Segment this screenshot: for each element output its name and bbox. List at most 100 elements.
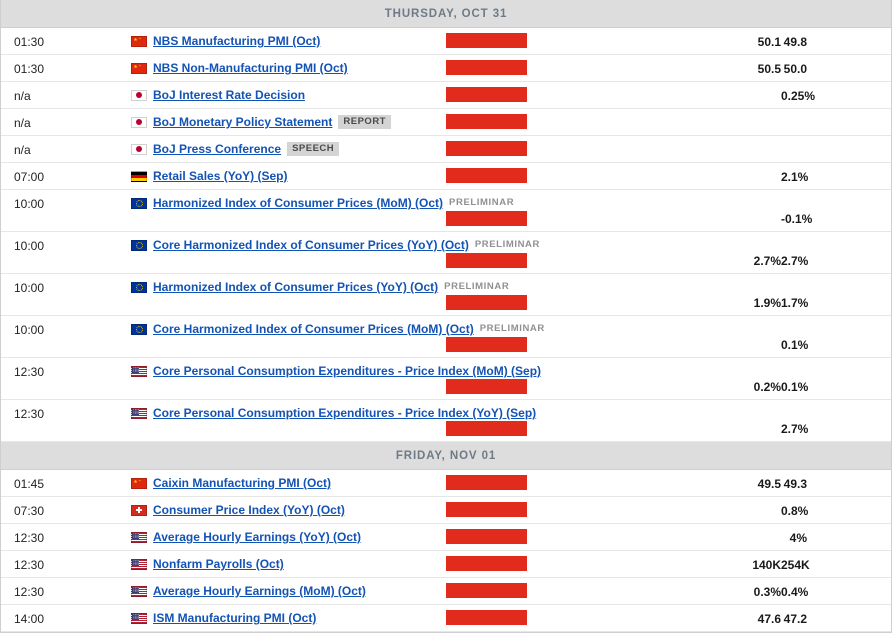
event-row[interactable]: n/aBoJ Press ConferenceSPEECH [1,136,891,163]
event-name-link[interactable]: Average Hourly Earnings (YoY) (Oct) [153,530,361,544]
economic-calendar: THURSDAY, OCT 3101:30NBS Manufacturing P… [0,0,892,633]
event-line: Average Hourly Earnings (MoM) (Oct) [131,584,673,598]
event-row[interactable]: 12:30 Core Personal Consumption Expenditu… [1,400,891,442]
event-name-link[interactable]: ISM Manufacturing PMI (Oct) [153,611,316,625]
event-name-link[interactable]: Harmonized Index of Consumer Prices (YoY… [153,280,438,294]
event-type-badge: SPEECH [287,142,339,156]
event-name-link[interactable]: Harmonized Index of Consumer Prices (MoM… [153,196,443,210]
event-line: BoJ Press Conference SPEECH [131,142,673,156]
event-line: Core Harmonized Index of Consumer Prices… [131,238,673,252]
country-flag-icon [131,36,147,47]
event-row[interactable]: 01:30NBS Manufacturing PMI (Oct)50.149.8 [1,28,891,55]
event-consensus [673,109,781,116]
event-line: NBS Manufacturing PMI (Oct) [131,34,673,48]
event-time: 10:00 [1,190,131,211]
event-cell: Retail Sales (YoY) (Sep) [131,163,673,187]
event-line: Average Hourly Earnings (YoY) (Oct) [131,530,673,544]
event-line: Consumer Price Index (YoY) (Oct) [131,503,673,517]
event-line: Core Harmonized Index of Consumer Prices… [131,322,673,336]
volatility-bar-high [446,379,527,394]
event-consensus: 2.7% [673,232,781,268]
event-line: BoJ Interest Rate Decision [131,88,673,102]
volatility-indicator [446,337,527,352]
event-row[interactable]: 10:00Core Harmonized Index of Consumer P… [1,316,891,358]
event-name-link[interactable]: Average Hourly Earnings (MoM) (Oct) [153,584,366,598]
event-previous: 1.7% [781,274,891,310]
event-line: NBS Non-Manufacturing PMI (Oct) [131,61,673,75]
event-row[interactable]: 10:00 Harmonized Index of Consumer Prices… [1,190,891,232]
event-time: 12:30 [1,524,131,545]
event-time: 12:30 [1,400,131,421]
event-cell: Core Personal Consumption Expenditures -… [131,358,673,382]
event-cell: Harmonized Index of Consumer Prices (MoM… [131,190,673,214]
country-flag-icon [131,63,147,74]
event-name-link[interactable]: Core Personal Consumption Expenditures -… [153,406,536,420]
volatility-indicator [446,502,527,517]
volatility-indicator [446,33,527,48]
event-consensus [673,136,781,143]
event-row[interactable]: 12:30 Average Hourly Earnings (YoY) (Oct)… [1,524,891,551]
event-consensus [673,82,781,89]
event-cell: BoJ Interest Rate Decision [131,82,673,106]
event-row[interactable]: 14:00ISM Manufacturing PMI (Oct)47.647.2 [1,605,891,632]
event-name-link[interactable]: NBS Manufacturing PMI (Oct) [153,34,320,48]
country-flag-icon [131,282,147,293]
event-type-badge: REPORT [338,115,391,129]
event-name-link[interactable]: Retail Sales (YoY) (Sep) [153,169,287,183]
event-cell: Core Harmonized Index of Consumer Prices… [131,232,673,256]
event-name-link[interactable]: NBS Non-Manufacturing PMI (Oct) [153,61,348,75]
event-previous: 49.8 [781,28,891,49]
country-flag-icon [131,144,147,155]
event-row[interactable]: 07:00Retail Sales (YoY) (Sep)2.1% [1,163,891,190]
event-previous: 0.1% [781,358,891,394]
country-flag-icon [131,613,147,624]
volatility-indicator [446,610,527,625]
event-name-link[interactable]: BoJ Press Conference [153,142,281,156]
volatility-indicator [446,529,527,544]
volatility-bar-high [446,295,527,310]
event-name-link[interactable]: Nonfarm Payrolls (Oct) [153,557,284,571]
event-row[interactable]: 07:30Consumer Price Index (YoY) (Oct)0.8… [1,497,891,524]
event-line: Core Personal Consumption Expenditures -… [131,364,673,378]
event-cell: Core Personal Consumption Expenditures -… [131,400,673,424]
event-name-link[interactable]: Core Personal Consumption Expenditures -… [153,364,541,378]
event-row[interactable]: 12:30Average Hourly Earnings (MoM) (Oct)… [1,578,891,605]
event-row[interactable]: n/aBoJ Monetary Policy StatementREPORT [1,109,891,136]
country-flag-icon [131,586,147,597]
event-name-link[interactable]: Consumer Price Index (YoY) (Oct) [153,503,345,517]
day-header: THURSDAY, OCT 31 [1,0,891,28]
event-name-link[interactable]: Core Harmonized Index of Consumer Prices… [153,238,469,252]
event-row[interactable]: 10:00Core Harmonized Index of Consumer P… [1,232,891,274]
event-cell: Average Hourly Earnings (MoM) (Oct) [131,578,673,602]
event-row[interactable]: 01:45Caixin Manufacturing PMI (Oct)49.54… [1,470,891,497]
event-name-link[interactable]: BoJ Interest Rate Decision [153,88,305,102]
event-cell: Core Harmonized Index of Consumer Prices… [131,316,673,340]
event-row[interactable]: 12:30Nonfarm Payrolls (Oct)140K254K [1,551,891,578]
event-row[interactable]: 10:00Harmonized Index of Consumer Prices… [1,274,891,316]
volatility-indicator [446,211,527,226]
country-flag-icon [131,90,147,101]
event-time: 07:00 [1,163,131,184]
event-cell: Caixin Manufacturing PMI (Oct) [131,470,673,494]
event-line: Harmonized Index of Consumer Prices (MoM… [131,196,673,210]
volatility-indicator [446,556,527,571]
event-row[interactable]: 01:30NBS Non-Manufacturing PMI (Oct)50.5… [1,55,891,82]
volatility-indicator [446,583,527,598]
event-name-link[interactable]: Core Harmonized Index of Consumer Prices… [153,322,474,336]
event-consensus [673,163,781,170]
event-previous: 0.4% [781,578,891,599]
event-time: 01:45 [1,470,131,491]
country-flag-icon [131,408,147,419]
country-flag-icon [131,505,147,516]
event-name-link[interactable]: BoJ Monetary Policy Statement [153,115,332,129]
event-time: n/a [1,82,131,103]
event-row[interactable]: 12:30Core Personal Consumption Expenditu… [1,358,891,400]
event-line: Caixin Manufacturing PMI (Oct) [131,476,673,490]
event-cell: ISM Manufacturing PMI (Oct) [131,605,673,629]
event-consensus: 0.2% [673,358,781,394]
volatility-indicator [446,87,527,102]
event-name-link[interactable]: Caixin Manufacturing PMI (Oct) [153,476,331,490]
event-previous: -0.1% [781,190,891,226]
day-header-label: FRIDAY, NOV 01 [396,450,496,462]
event-row[interactable]: n/aBoJ Interest Rate Decision0.25% [1,82,891,109]
